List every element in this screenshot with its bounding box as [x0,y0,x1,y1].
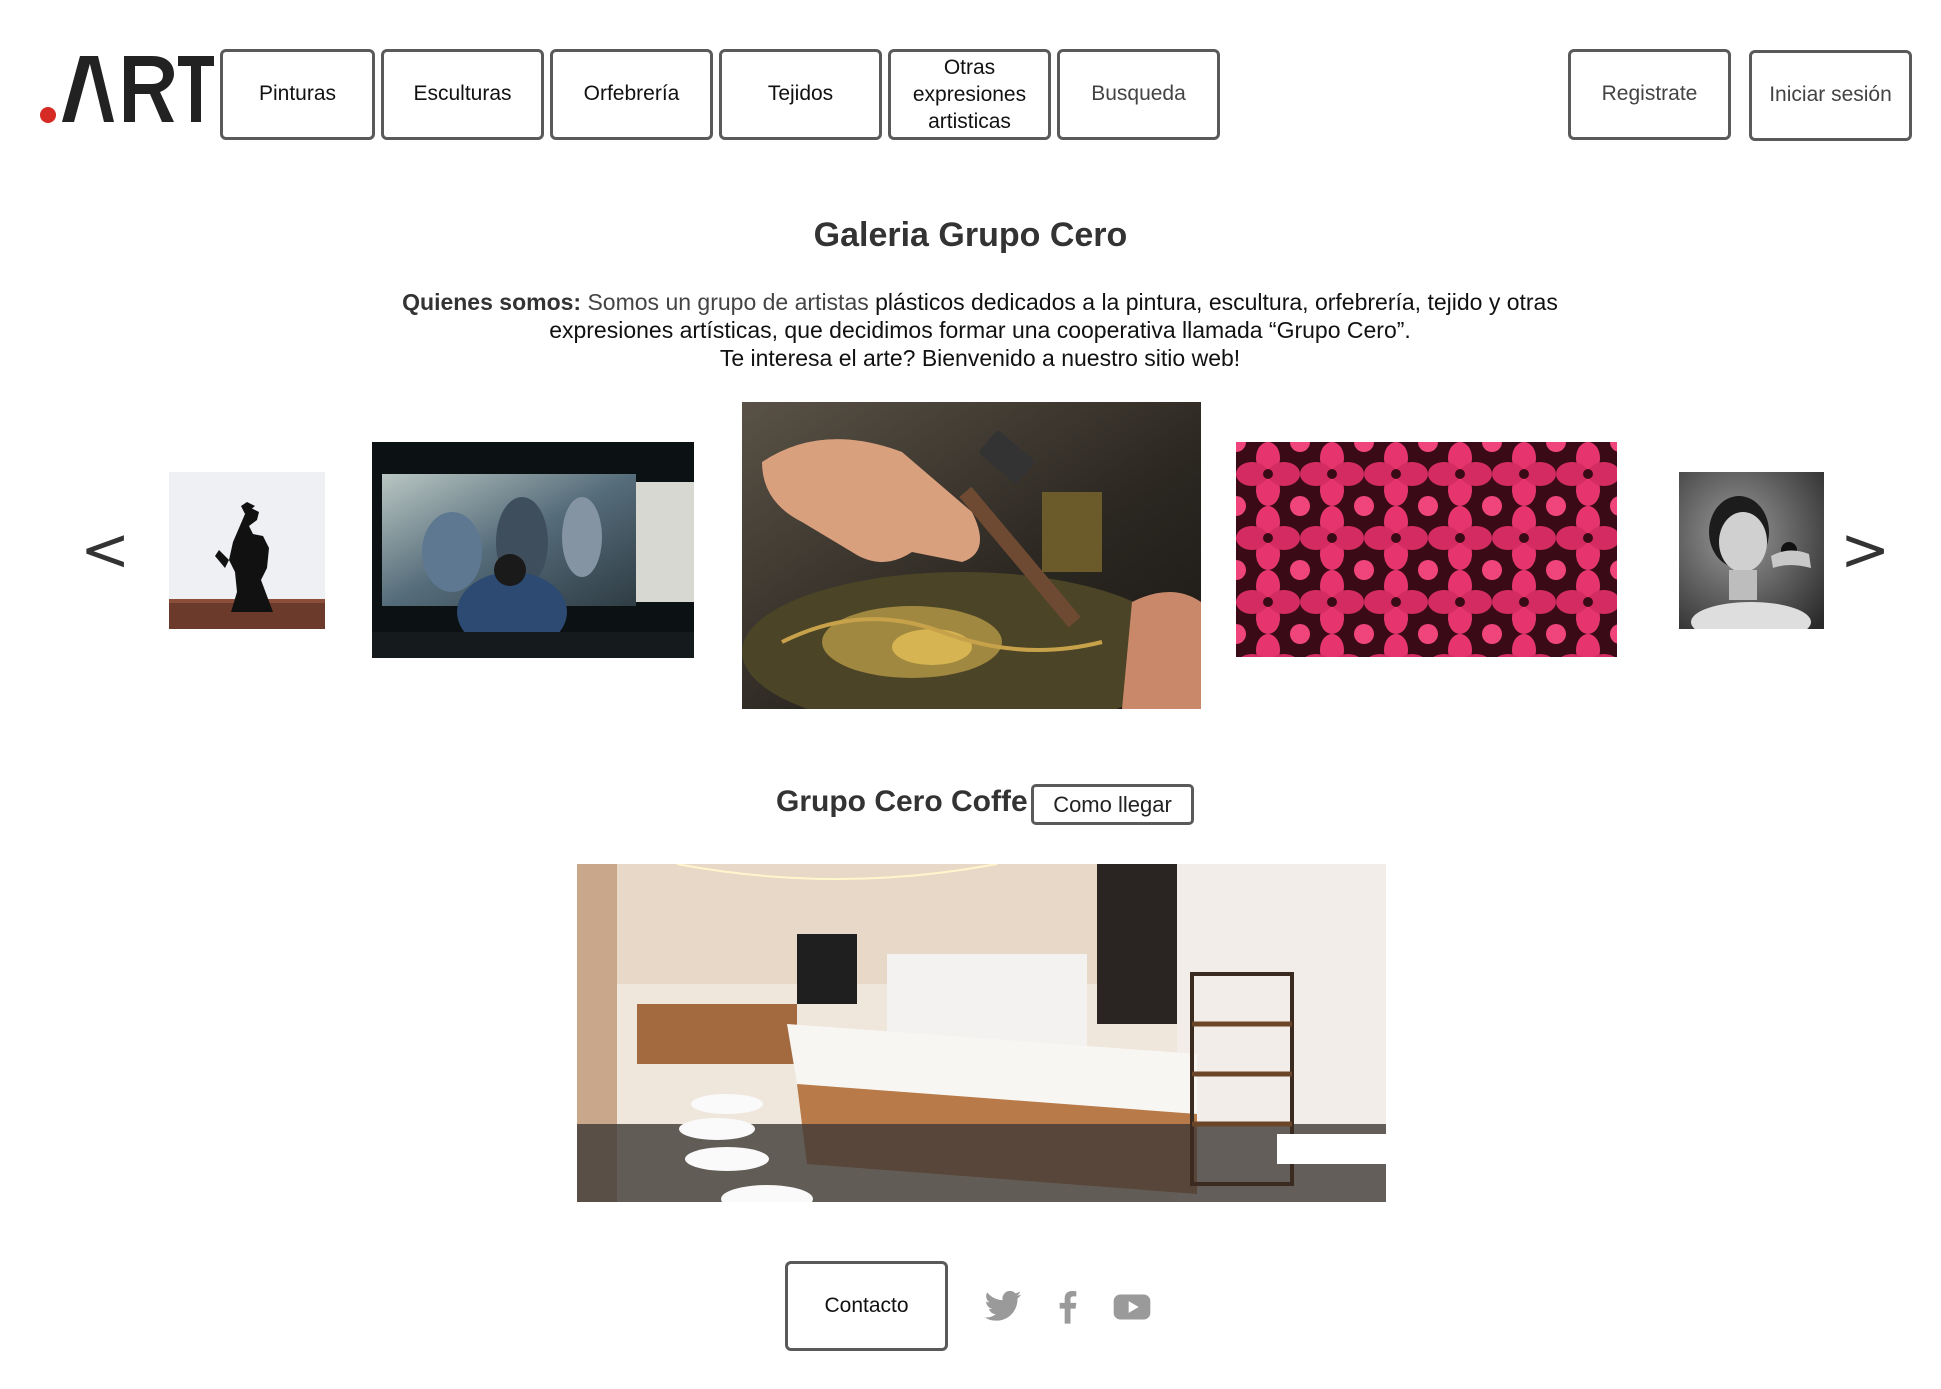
nav-pinturas[interactable]: Pinturas [220,49,375,140]
login-button[interactable]: Iniciar sesión [1749,50,1912,141]
coffee-title: Grupo Cero Coffe [776,785,1028,818]
carousel-next-button[interactable]: > [1840,520,1890,580]
coffee-shop-image [577,864,1386,1202]
intro-part1: Somos un grupo de artistas [581,289,869,315]
intro-welcome: Te interesa el arte? Bienvenido a nuestr… [719,345,1241,371]
youtube-icon[interactable] [1112,1287,1152,1327]
nav-esculturas[interactable]: Esculturas [381,49,544,140]
facebook-icon[interactable] [1048,1287,1088,1327]
directions-button[interactable]: Como llegar [1031,784,1194,825]
nav-orfebreria[interactable]: Orfebrería [550,49,713,140]
intro-label: Quienes somos: [402,289,582,315]
carousel-image-painting[interactable] [372,442,694,658]
twitter-icon[interactable] [983,1287,1023,1327]
nav-otras-expresiones[interactable]: Otras expresiones artisticas [888,49,1051,140]
contact-button[interactable]: Contacto [785,1261,948,1351]
carousel-image-horse-sculpture[interactable] [169,472,325,629]
carousel-image-crochet[interactable] [1236,442,1617,657]
art-logo[interactable] [38,52,216,128]
carousel-image-goldsmith[interactable] [742,402,1201,709]
carousel-image-portrait[interactable] [1679,472,1824,629]
nav-tejidos[interactable]: Tejidos [719,49,882,140]
intro-text: Quienes somos: Somos un grupo de artista… [380,288,1580,372]
carousel-prev-button[interactable]: < [80,520,130,580]
register-button[interactable]: Registrate [1568,49,1731,140]
nav-busqueda[interactable]: Busqueda [1057,49,1220,140]
page-title: Galeria Grupo Cero [813,216,1128,254]
